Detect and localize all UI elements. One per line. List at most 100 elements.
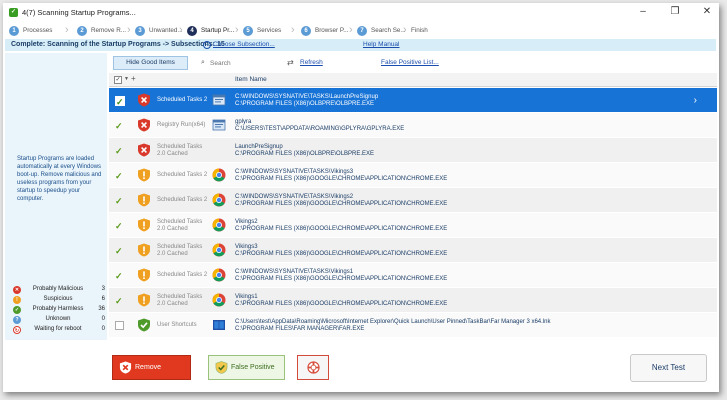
row-checkbox[interactable] <box>115 321 124 330</box>
legend-count: 0 <box>101 316 105 322</box>
check-shield-icon <box>215 361 228 374</box>
row-checkbox[interactable]: ✓ <box>115 96 125 107</box>
far-manager-icon <box>212 318 226 332</box>
maximize-button[interactable]: ❐ <box>669 6 681 18</box>
row-item-path: C:\USERS\TEST\APPDATA\ROAMING\GPLYRA\GPL… <box>235 126 405 132</box>
step-chevron-icon: › <box>179 24 183 36</box>
item-name-header[interactable]: Item Name <box>235 76 267 83</box>
expand-icon[interactable]: + <box>131 74 136 83</box>
step-processes[interactable]: 1 Processes <box>9 23 52 38</box>
row-item-path: C:\PROGRAM FILES (X86)\OLBPRE\OLBPRE.EXE <box>235 101 375 107</box>
choose-subsection-link[interactable]: Choose Subsection... <box>213 41 275 48</box>
row-item-name: gplyra <box>235 119 252 125</box>
step-startup[interactable]: 4 Startup Pr... <box>187 23 234 38</box>
legend-row-malicious: ✕ Probably Malicious 3 <box>9 285 107 295</box>
step-browser[interactable]: 6 Browser P... <box>301 23 348 38</box>
step-finish[interactable]: Finish <box>411 23 428 38</box>
row-type: Scheduled Tasks 2.0 Cached <box>157 244 203 257</box>
row-item-name: C:\WINDOWS\SYSNATIVE\TASKS\Vikings2 <box>235 194 354 200</box>
minus-circle-icon[interactable]: – <box>203 41 211 49</box>
list-row[interactable]: ✓ Registry Run(x64) gplyra C:\USERS\TEST\AP… <box>109 113 717 138</box>
legend-row-suspicious: ! Suspicious 6 <box>9 295 107 305</box>
list-row[interactable]: ✓ Scheduled Tasks 2.0 Cached Vikings2 C:\PRO… <box>109 213 717 238</box>
list-row[interactable]: ✓ Scheduled Tasks 2.0 Cached LaunchPreSignu… <box>109 138 717 163</box>
chevron-down-icon[interactable]: ▼ <box>124 76 129 82</box>
help-manual-link[interactable]: Help Manual <box>363 41 400 48</box>
step-number: 5 <box>243 25 253 36</box>
chrome-icon <box>212 193 226 207</box>
row-type: Scheduled Tasks 2.0 Cached <box>157 144 203 157</box>
step-number: 3 <box>135 25 145 36</box>
false-positive-list-link[interactable]: False Positive List... <box>381 59 439 66</box>
list-row[interactable]: ✓ Scheduled Tasks 2 C:\WINDOWS\SYSNATIVE\T… <box>109 263 717 288</box>
chrome-icon <box>212 293 226 307</box>
row-item-name: Vikings2 <box>235 219 258 225</box>
row-checkbox[interactable]: ✓ <box>115 171 125 181</box>
check-shield-icon: ✓ <box>13 306 21 314</box>
step-services[interactable]: 5 Services <box>243 23 281 38</box>
row-checkbox[interactable]: ✓ <box>115 196 125 206</box>
status-strip: Complete: Scanning of the Startup Progra… <box>5 39 716 51</box>
row-checkbox[interactable]: ✓ <box>115 121 125 131</box>
x-shield-icon: ✕ <box>13 286 21 294</box>
legend-label: Probably Malicious <box>32 286 84 292</box>
list-row[interactable]: ✓ Scheduled Tasks 2.0 Cached Vikings1 C:\PRO… <box>109 288 717 313</box>
application-icon <box>212 118 226 132</box>
list-row[interactable]: ✓ Scheduled Tasks 2 C:\WINDOWS\SYSNATIVE\T… <box>109 88 717 113</box>
hide-good-items-button[interactable]: Hide Good Items <box>113 56 188 70</box>
step-search[interactable]: 7 Search Se... <box>357 23 406 38</box>
button-label: Remove Checked <box>135 364 163 392</box>
row-type: Scheduled Tasks 2.0 Cached <box>157 219 203 232</box>
next-test-button[interactable]: Next Test <box>630 354 707 382</box>
false-positive-button[interactable]: False Positive <box>208 355 285 380</box>
row-item-path: C:\PROGRAM FILES (X86)\GOOGLE\CHROME\APP… <box>235 226 448 232</box>
list-row[interactable]: ✓ Scheduled Tasks 2.0 Cached Vikings3 C:\PRO… <box>109 238 717 263</box>
step-label: Finish <box>411 27 428 34</box>
row-item-path: C:\PROGRAM FILES\FAR MANAGER\FAR.EXE <box>235 326 365 332</box>
remove-checked-button[interactable]: Remove Checked <box>112 355 191 392</box>
exclamation-shield-icon <box>137 168 151 182</box>
list-row[interactable]: User Shortcuts C:\Users\test\AppData\Roam… <box>109 313 717 338</box>
chevron-right-icon[interactable]: › <box>694 95 697 106</box>
help-button[interactable] <box>297 355 329 380</box>
row-checkbox[interactable]: ✓ <box>115 296 125 306</box>
step-label: Startup Pr... <box>201 27 235 34</box>
exclamation-shield-icon <box>137 243 151 257</box>
step-remove[interactable]: 2 Remove R... <box>77 23 126 38</box>
search-input[interactable] <box>210 57 270 69</box>
legend-count: 6 <box>101 296 105 302</box>
search-icon: ⌕ <box>201 59 205 66</box>
wizard-steps: 1 Processes › 2 Remove R... › 3 Unwanted...… <box>3 23 719 38</box>
list-row[interactable]: ✓ Scheduled Tasks 2 C:\WINDOWS\SYSNATIVE\T… <box>109 188 717 213</box>
select-all-checkbox[interactable]: ✓ <box>114 76 122 84</box>
row-type: Scheduled Tasks 2 <box>157 197 208 203</box>
row-checkbox[interactable]: ✓ <box>115 246 125 256</box>
items-list: ✓ Scheduled Tasks 2 C:\WINDOWS\SYSNATIVE\T… <box>109 88 717 340</box>
row-item-name: C:\Users\test\AppData\Roaming\Microsoft\… <box>235 319 551 325</box>
row-checkbox[interactable]: ✓ <box>115 271 125 281</box>
legend-row-reboot: ↻ Waiting for reboot 0 <box>9 325 107 335</box>
legend-count: 36 <box>98 306 105 312</box>
row-item-path: C:\PROGRAM FILES (X86)\GOOGLE\CHROME\APP… <box>235 251 448 257</box>
question-shield-icon: ? <box>13 316 21 324</box>
list-row[interactable]: ✓ Scheduled Tasks 2 C:\WINDOWS\SYSNATIVE\T… <box>109 163 717 188</box>
row-checkbox[interactable]: ✓ <box>115 146 125 156</box>
chrome-icon <box>212 268 226 282</box>
row-item-name: C:\WINDOWS\SYSNATIVE\TASKS\Vikings3 <box>235 169 354 175</box>
row-item-path: C:\PROGRAM FILES (X86)\GOOGLE\CHROME\APP… <box>235 276 448 282</box>
close-button[interactable]: ✕ <box>701 6 713 18</box>
chrome-icon <box>212 168 226 182</box>
status-text: Complete: Scanning of the Startup Progra… <box>11 41 225 48</box>
step-unwanted[interactable]: 3 Unwanted... <box>135 23 183 38</box>
refresh-link[interactable]: Refresh <box>300 59 323 66</box>
row-checkbox[interactable]: ✓ <box>115 221 125 231</box>
legend-row-unknown: ? Unknown 0 <box>9 315 107 325</box>
bottom-bar: Remove Checked False Positive Next Test <box>5 341 716 392</box>
minimize-button[interactable]: – <box>637 6 649 18</box>
refresh-icon[interactable]: ⇄ <box>287 58 294 67</box>
step-number: 6 <box>301 25 311 36</box>
legend-label: Waiting for reboot <box>34 326 82 332</box>
x-shield-icon <box>137 143 151 157</box>
step-label: Search Se... <box>371 27 406 34</box>
x-shield-icon <box>119 361 132 374</box>
